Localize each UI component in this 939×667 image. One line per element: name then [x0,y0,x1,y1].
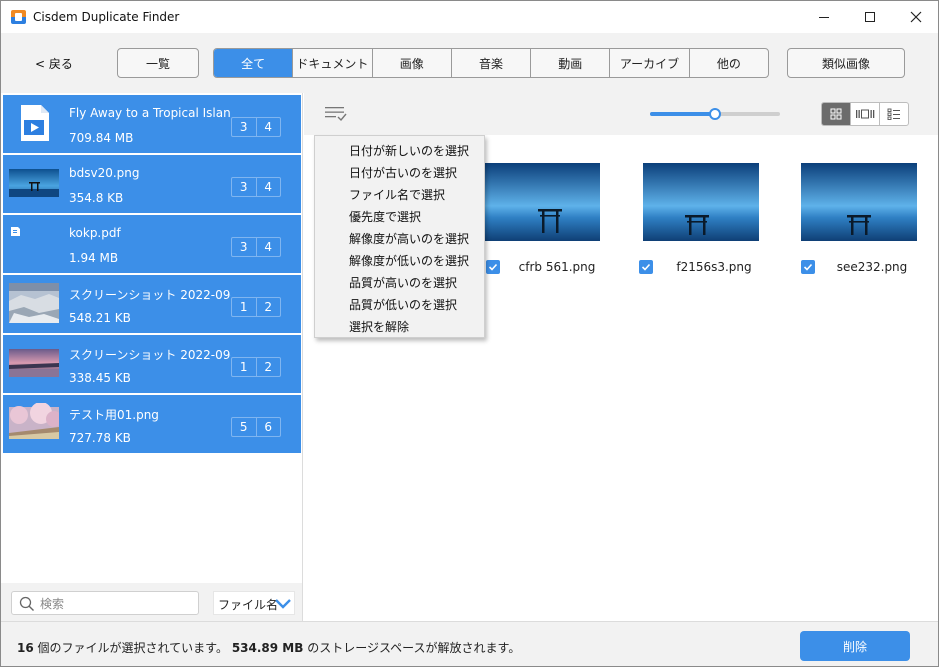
file-name: bdsv20.png [69,166,140,180]
back-button[interactable]: < 戻る [35,55,73,72]
duplicate-card[interactable]: f2156s3.png [639,163,759,274]
selected-count: 16 [17,641,34,655]
file-size: 1.94 MB [69,251,119,265]
list-view-icon [887,108,900,120]
app-logo-icon [11,10,26,24]
search-icon [19,596,34,611]
image-thumbnail [643,163,759,241]
app-window: Cisdem Duplicate Finder < 戻る 一覧 全て ドキュメン… [0,0,939,667]
file-list-item[interactable]: kokp.pdf 1.94 MB 34 [3,215,301,273]
title-bar: Cisdem Duplicate Finder [1,1,938,33]
file-size: 338.45 KB [69,371,131,385]
status-bar: 16 個のファイルが選択されています。 534.89 MB のストレージスペース… [1,621,938,666]
file-list-item[interactable]: テスト用01.png 727.78 KB 56 [3,395,301,453]
list-footer: ファイル名 [1,583,303,621]
menu-item-select-by-priority[interactable]: 優先度で選択 [349,208,421,225]
file-name: テスト用01.png [69,408,159,422]
slider-fill [650,112,715,116]
minimize-icon [819,16,829,18]
tab-videos[interactable]: 動画 [531,49,611,77]
tab-other[interactable]: 他の [690,49,768,77]
list-button[interactable]: 一覧 [117,48,199,78]
minimize-button[interactable] [801,1,847,33]
image-thumbnail [484,163,600,241]
file-name: Fly Away to a Tropical Island ... [69,106,231,120]
preview-toolbar [304,93,938,135]
card-file-name: cfrb 561.png [518,260,596,274]
file-list-item[interactable]: Fly Away to a Tropical Island ... 709.84… [3,95,301,153]
duplicate-count-badge: 34 [231,117,281,137]
image-thumbnail [9,163,59,203]
tab-music[interactable]: 音楽 [452,49,532,77]
file-name: スクリーンショット 2022-09-05 午... [69,348,231,362]
card-file-name: f2156s3.png [676,260,752,274]
search-box [11,591,199,615]
menu-item-select-by-filename[interactable]: ファイル名で選択 [349,186,445,203]
filmstrip-view-button[interactable] [851,103,880,125]
duplicate-count-badge: 34 [231,237,281,257]
menu-item-select-low-quality[interactable]: 品質が低いのを選択 [349,296,457,313]
grid-view-button[interactable] [822,103,851,125]
search-input[interactable] [40,595,190,612]
file-size: 727.78 KB [69,431,131,445]
category-tabs: 全て ドキュメント 画像 音楽 動画 アーカイブ 他の [213,48,769,78]
list-view-button[interactable] [880,103,908,125]
sort-selected-value: ファイル名 [218,598,279,612]
image-thumbnail [801,163,917,241]
maximize-icon [865,12,875,22]
file-name: スクリーンショット 2022-09-05 午... [69,288,231,302]
image-thumbnail [9,283,59,323]
menu-item-select-high-quality[interactable]: 品質が高いのを選択 [349,274,457,291]
close-button[interactable] [893,1,939,33]
file-size: 548.21 KB [69,311,131,325]
freed-size-text: のストレージスペースが解放されます。 [307,641,521,655]
tab-all[interactable]: 全て [214,49,294,77]
menu-item-select-newest[interactable]: 日付が新しいのを選択 [349,142,469,159]
selected-count-text: 個のファイルが選択されています。 [37,641,228,655]
tab-documents[interactable]: ドキュメント [293,49,373,77]
image-thumbnail [9,403,59,443]
grid-view-icon [830,108,842,120]
similar-images-button[interactable]: 類似画像 [787,48,905,78]
file-list-item[interactable]: スクリーンショット 2022-09-05 午... 338.45 KB 12 [3,335,301,393]
select-menu-icon[interactable] [324,105,348,123]
view-mode-toggle [821,102,909,126]
file-size: 709.84 MB [69,131,134,145]
menu-item-select-high-resolution[interactable]: 解像度が高いのを選択 [349,230,469,247]
card-file-name: see232.png [836,260,908,274]
menu-item-select-low-resolution[interactable]: 解像度が低いのを選択 [349,252,469,269]
window-title: Cisdem Duplicate Finder [33,10,180,24]
file-name: kokp.pdf [69,226,121,240]
duplicate-count-badge: 12 [231,297,281,317]
selection-summary: 16 個のファイルが選択されています。 534.89 MB のストレージスペース… [17,639,520,656]
duplicate-card[interactable]: cfrb 561.png [484,163,600,274]
close-icon [910,11,922,23]
filmstrip-view-icon [856,109,875,119]
file-list-item[interactable]: bdsv20.png 354.8 KB 34 [3,155,301,213]
chevron-down-icon [275,599,291,609]
duplicate-card[interactable]: see232.png [801,163,917,274]
duplicate-file-list: Fly Away to a Tropical Island ... 709.84… [1,93,303,583]
menu-item-select-oldest[interactable]: 日付が古いのを選択 [349,164,457,181]
file-size: 354.8 KB [69,191,124,205]
maximize-button[interactable] [847,1,893,33]
delete-button[interactable]: 削除 [800,631,910,661]
video-file-icon [9,103,59,143]
duplicate-count-badge: 56 [231,417,281,437]
auto-select-menu: 日付が新しいのを選択 日付が古いのを選択 ファイル名で選択 優先度で選択 解像度… [314,135,485,338]
freed-size: 534.89 MB [231,641,304,655]
thumbnail-size-slider[interactable] [650,108,780,120]
image-thumbnail [9,343,59,383]
tab-images[interactable]: 画像 [373,49,452,77]
tab-archives[interactable]: アーカイブ [610,49,690,77]
pdf-file-icon [9,223,59,263]
slider-handle[interactable] [709,108,721,120]
duplicate-count-badge: 34 [231,177,281,197]
menu-item-deselect[interactable]: 選択を解除 [349,318,409,335]
sort-select[interactable]: ファイル名 [213,591,295,615]
file-list-item[interactable]: スクリーンショット 2022-09-05 午... 548.21 KB 12 [3,275,301,333]
main-toolbar: < 戻る 一覧 全て ドキュメント 画像 音楽 動画 アーカイブ 他の 類似画像 [1,33,938,93]
duplicate-count-badge: 12 [231,357,281,377]
